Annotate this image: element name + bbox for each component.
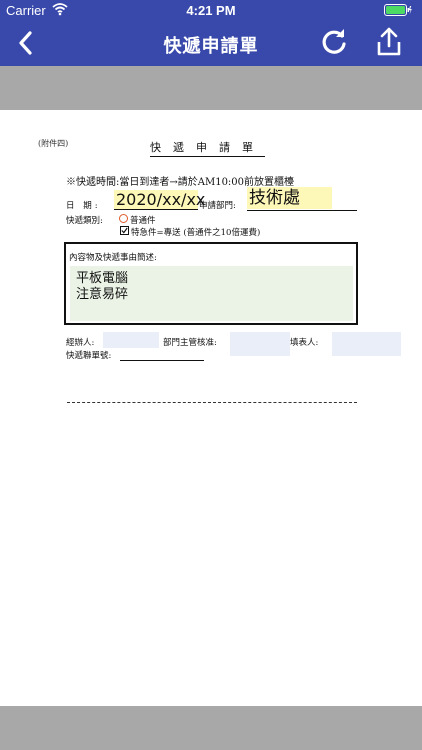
cut-line-divider: [67, 402, 357, 403]
contents-label: 內容物及快遞事由簡述:: [69, 253, 157, 263]
handler-label: 經辦人:: [66, 338, 95, 348]
checkmark-icon: [121, 227, 128, 234]
filler-label: 填表人:: [290, 338, 319, 348]
date-field[interactable]: 2020/xx/xx: [114, 190, 205, 210]
share-icon: [377, 27, 401, 56]
contents-line: 平板電腦: [76, 271, 129, 286]
refresh-icon: [322, 29, 346, 54]
handler-field[interactable]: [103, 332, 159, 348]
top-gray-band: [0, 66, 422, 110]
department-underline: [247, 210, 357, 211]
department-field[interactable]: 技術處: [247, 187, 332, 209]
department-label: 申請部門:: [199, 201, 236, 211]
navigation-bar: 快遞申請單: [0, 20, 422, 66]
tracking-number-label: 快遞聯單號:: [66, 351, 112, 361]
urgent-delivery-checkbox[interactable]: [120, 226, 129, 235]
contents-line: 注意易碎: [76, 287, 129, 302]
filler-field[interactable]: [332, 332, 401, 356]
battery-icon: [384, 4, 412, 16]
share-button[interactable]: [372, 26, 406, 58]
tracking-number-field[interactable]: [120, 360, 204, 361]
date-label: 日 期:: [66, 201, 101, 211]
contents-field[interactable]: 平板電腦 注意易碎: [70, 266, 353, 321]
form-document[interactable]: (附件四) 快遞申請單 ※快遞時間:當日到達者→請於AM10:00前放置櫃檯 日…: [0, 110, 422, 706]
refresh-button[interactable]: [318, 28, 350, 58]
approver-label: 部門主管核准:: [163, 338, 217, 348]
page-title: 快遞申請單: [163, 36, 259, 57]
contents-box: 內容物及快遞事由簡述: 平板電腦 注意易碎: [64, 242, 358, 325]
form-title: 快遞申請單: [150, 139, 265, 157]
delivery-time-notice: ※快遞時間:當日到達者→請於AM10:00前放置櫃檯: [66, 177, 295, 188]
bottom-gray-bar: [0, 706, 422, 750]
delivery-type-label: 快遞類別:: [66, 216, 103, 226]
normal-delivery-radio[interactable]: [119, 214, 128, 223]
attachment-label: (附件四): [38, 139, 69, 148]
urgent-delivery-label: 特急件=專送 (普通件之10倍運費): [131, 228, 261, 238]
normal-delivery-label: 普通件: [130, 216, 156, 226]
approver-field[interactable]: [230, 332, 290, 356]
status-bar: Carrier 4:21 PM: [0, 0, 422, 20]
clock: 4:21 PM: [186, 3, 236, 18]
